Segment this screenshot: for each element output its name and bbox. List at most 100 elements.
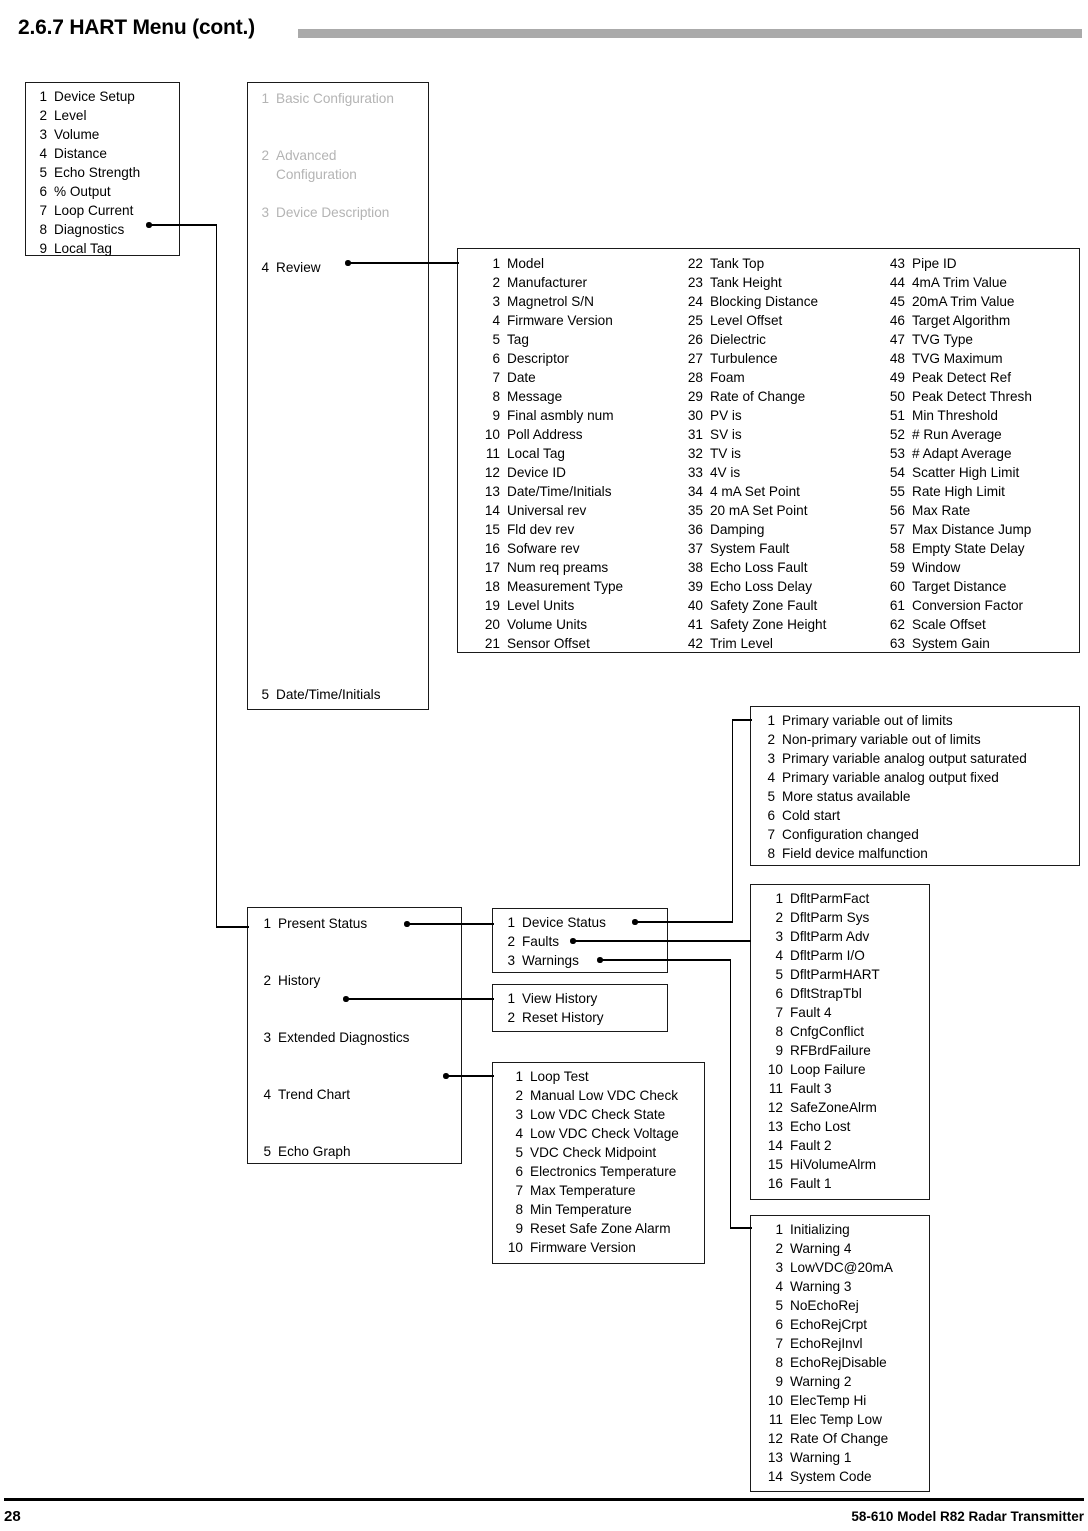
- review-column-2-item[interactable]: 40 Safety Zone Fault: [686, 598, 826, 617]
- faults-item[interactable]: 9 RFBrdFailure: [766, 1043, 880, 1062]
- faults-item[interactable]: 2 DfltParm Sys: [766, 910, 880, 929]
- device-status-item[interactable]: 6 Cold start: [766, 808, 1027, 827]
- review-column-1-item[interactable]: 21 Sensor Offset: [483, 636, 623, 655]
- review-column-1-item[interactable]: 3 Magnetrol S/N: [483, 294, 623, 313]
- review-column-3-item[interactable]: 61 Conversion Factor: [888, 598, 1032, 617]
- present-status-item[interactable]: 2 Faults: [506, 934, 606, 953]
- main-menu-item[interactable]: 5 Echo Strength: [38, 165, 140, 184]
- review-column-1-item[interactable]: 18 Measurement Type: [483, 579, 623, 598]
- faults-item[interactable]: 5 DfltParmHART: [766, 967, 879, 986]
- extended-diagnostics-item[interactable]: 2 Manual Low VDC Check: [506, 1088, 679, 1107]
- diagnostics-item[interactable]: 4 Trend Chart: [262, 1087, 409, 1106]
- faults-item[interactable]: 3 DfltParm Adv: [766, 929, 880, 948]
- review-column-2-item[interactable]: 35 20 mA Set Point: [686, 503, 826, 522]
- faults-item[interactable]: 4 DfltParm I/O: [766, 948, 880, 967]
- review-column-1-item[interactable]: 19 Level Units: [483, 598, 623, 617]
- review-column-1-item[interactable]: 4 Firmware Version: [483, 313, 623, 332]
- review-column-3-item[interactable]: 46 Target Algorithm: [888, 313, 1032, 332]
- review-column-3-item[interactable]: 60 Target Distance: [888, 579, 1032, 598]
- review-column-3-item[interactable]: 55 Rate High Limit: [888, 484, 1032, 503]
- review-column-3-item[interactable]: 58 Empty State Delay: [888, 541, 1032, 560]
- review-column-3-item[interactable]: 53 # Adapt Average: [888, 446, 1032, 465]
- device-status-item[interactable]: 8 Field device malfunction: [766, 846, 1027, 865]
- warnings-item[interactable]: 1 Initializing: [766, 1222, 893, 1241]
- warnings-item[interactable]: 3 LowVDC@20mA: [766, 1260, 893, 1279]
- main-menu-item[interactable]: 8 Diagnostics: [38, 222, 140, 241]
- device-status-item[interactable]: 4 Primary variable analog output fixed: [766, 770, 1027, 789]
- review-column-3-item[interactable]: 54 Scatter High Limit: [888, 465, 1032, 484]
- review-column-3-item[interactable]: 43 Pipe ID: [888, 256, 1032, 275]
- review-column-1-item[interactable]: 8 Message: [483, 389, 623, 408]
- review-column-1-item[interactable]: 16 Sofware rev: [483, 541, 623, 560]
- warnings-item[interactable]: 4 Warning 3: [766, 1279, 893, 1298]
- review-column-3-item[interactable]: 51 Min Threshold: [888, 408, 1032, 427]
- review-column-1-item[interactable]: 2 Manufacturer: [483, 275, 623, 294]
- extended-diagnostics-item[interactable]: 9 Reset Safe Zone Alarm: [506, 1221, 679, 1240]
- present-status-item[interactable]: 3 Warnings: [506, 953, 606, 972]
- main-menu-item[interactable]: 7 Loop Current: [38, 203, 140, 222]
- device-status-item[interactable]: 5 More status available: [766, 789, 1027, 808]
- faults-item[interactable]: 1 DfltParmFact: [766, 891, 880, 910]
- faults-item[interactable]: 8 CnfgConflict: [766, 1024, 880, 1043]
- warnings-item[interactable]: 9 Warning 2: [766, 1374, 893, 1393]
- faults-item[interactable]: 7 Fault 4: [766, 1005, 880, 1024]
- review-column-2-item[interactable]: 30 PV is: [686, 408, 826, 427]
- review-column-1-item[interactable]: 6 Descriptor: [483, 351, 623, 370]
- device-status-item[interactable]: 7 Configuration changed: [766, 827, 1027, 846]
- review-column-2-item[interactable]: 38 Echo Loss Fault: [686, 560, 826, 579]
- warnings-item[interactable]: 11 Elec Temp Low: [766, 1412, 893, 1431]
- device-status-item[interactable]: 3 Primary variable analog output saturate…: [766, 751, 1026, 770]
- review-column-2-item[interactable]: 37 System Fault: [686, 541, 826, 560]
- review-column-1-item[interactable]: 13 Date/Time/Initials: [483, 484, 623, 503]
- review-column-3-item[interactable]: 56 Max Rate: [888, 503, 1032, 522]
- main-menu-item[interactable]: 2 Level: [38, 108, 140, 127]
- extended-diagnostics-item[interactable]: 7 Max Temperature: [506, 1183, 679, 1202]
- diagnostics-item[interactable]: 5 Echo Graph: [262, 1144, 409, 1163]
- warnings-item[interactable]: 5 NoEchoRej: [766, 1298, 893, 1317]
- extended-diagnostics-item[interactable]: 1 Loop Test: [506, 1069, 679, 1088]
- review-column-1-item[interactable]: 12 Device ID: [483, 465, 623, 484]
- extended-diagnostics-item[interactable]: 5 VDC Check Midpoint: [506, 1145, 679, 1164]
- review-column-3-item[interactable]: 52 # Run Average: [888, 427, 1032, 446]
- review-column-1-item[interactable]: 10 Poll Address: [483, 427, 623, 446]
- review-column-1-item[interactable]: 15 Fld dev rev: [483, 522, 623, 541]
- review-column-2-item[interactable]: 36 Damping: [686, 522, 826, 541]
- warnings-item[interactable]: 8 EchoRejDisable: [766, 1355, 893, 1374]
- review-column-3-item[interactable]: 62 Scale Offset: [888, 617, 1032, 636]
- review-column-2-item[interactable]: 34 4 mA Set Point: [686, 484, 826, 503]
- device-status-item[interactable]: 1 Primary variable out of limits: [766, 713, 1027, 732]
- device-setup-item[interactable]: 5 Date/Time/Initials: [260, 687, 380, 706]
- main-menu-item[interactable]: 6 % Output: [38, 184, 140, 203]
- faults-item[interactable]: 6 DfltStrapTbl: [766, 986, 880, 1005]
- warnings-item[interactable]: 6 EchoRejCrpt: [766, 1317, 893, 1336]
- review-column-3-item[interactable]: 47 TVG Type: [888, 332, 1032, 351]
- review-column-3-item[interactable]: 57 Max Distance Jump: [888, 522, 1032, 541]
- review-column-2-item[interactable]: 32 TV is: [686, 446, 826, 465]
- extended-diagnostics-item[interactable]: 3 Low VDC Check State: [506, 1107, 679, 1126]
- extended-diagnostics-item[interactable]: 8 Min Temperature: [506, 1202, 679, 1221]
- diagnostics-item[interactable]: 2 History: [262, 973, 409, 992]
- warnings-item[interactable]: 2 Warning 4: [766, 1241, 893, 1260]
- device-setup-item[interactable]: 1 Basic Configuration: [260, 89, 396, 127]
- review-column-2-item[interactable]: 25 Level Offset: [686, 313, 826, 332]
- faults-item[interactable]: 13 Echo Lost: [766, 1119, 880, 1138]
- review-column-2-item[interactable]: 27 Turbulence: [686, 351, 826, 370]
- faults-item[interactable]: 15 HiVolumeAlrm: [766, 1157, 880, 1176]
- review-column-3-item[interactable]: 45 20mA Trim Value: [888, 294, 1032, 313]
- main-menu-item[interactable]: 4 Distance: [38, 146, 140, 165]
- device-setup-item[interactable]: 3 Device Description: [260, 203, 396, 241]
- review-column-1-item[interactable]: 14 Universal rev: [483, 503, 623, 522]
- review-column-1-item[interactable]: 1 Model: [483, 256, 623, 275]
- faults-item[interactable]: 11 Fault 3: [766, 1081, 880, 1100]
- warnings-item[interactable]: 10 ElecTemp Hi: [766, 1393, 893, 1412]
- review-column-2-item[interactable]: 23 Tank Height: [686, 275, 826, 294]
- review-column-2-item[interactable]: 28 Foam: [686, 370, 826, 389]
- extended-diagnostics-item[interactable]: 10 Firmware Version: [506, 1240, 679, 1259]
- review-column-3-item[interactable]: 48 TVG Maximum: [888, 351, 1032, 370]
- faults-item[interactable]: 14 Fault 2: [766, 1138, 880, 1157]
- review-column-3-item[interactable]: 50 Peak Detect Thresh: [888, 389, 1032, 408]
- review-column-2-item[interactable]: 33 4V is: [686, 465, 826, 484]
- warnings-item[interactable]: 7 EchoRejInvl: [766, 1336, 893, 1355]
- faults-item[interactable]: 10 Loop Failure: [766, 1062, 880, 1081]
- review-column-2-item[interactable]: 41 Safety Zone Height: [686, 617, 827, 636]
